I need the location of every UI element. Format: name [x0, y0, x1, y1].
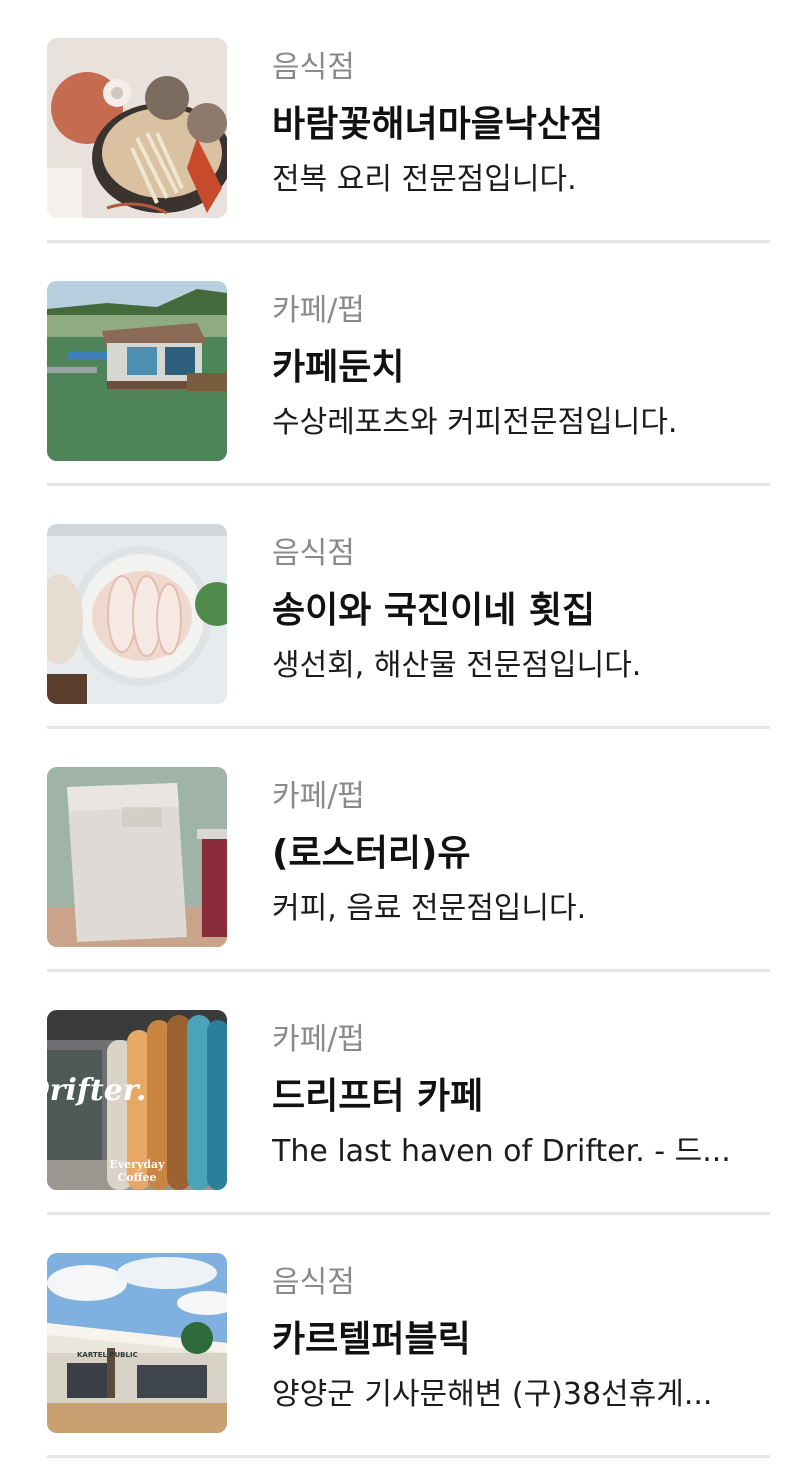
list-item[interactable]: 카페/펍 카페둔치 수상레포츠와 커피전문점입니다.	[47, 243, 770, 486]
place-category: 음식점	[272, 1265, 355, 1300]
place-thumbnail[interactable]	[47, 767, 227, 947]
place-category: 음식점	[272, 536, 355, 571]
svg-text:Everyday: Everyday	[109, 1158, 165, 1171]
place-thumbnail[interactable]: KARTEL PUBLIC	[47, 1253, 227, 1433]
place-list: 음식점 바람꽃해녀마을낙산점 전복 요리 전문점입니다. 카페/펍 카페둔치 수…	[0, 0, 810, 1458]
svg-text:Coffee: Coffee	[117, 1171, 156, 1184]
list-item[interactable]: 음식점 송이와 국진이네 횟집 생선회, 해산물 전문점입니다.	[47, 486, 770, 729]
place-info: 카페/펍 (로스터리)유 커피, 음료 전문점입니다.	[272, 775, 770, 931]
place-category: 카페/펍	[272, 779, 365, 814]
place-info: 음식점 송이와 국진이네 횟집 생선회, 해산물 전문점입니다.	[272, 532, 770, 688]
list-item[interactable]: KARTEL PUBLIC 음식점 카르텔퍼블릭 양양군 기사문해변 (구)38…	[47, 1215, 770, 1458]
place-thumbnail[interactable]	[47, 281, 227, 461]
place-description: 양양군 기사문해변 (구)38선휴게...	[272, 1377, 713, 1412]
place-description: 전복 요리 전문점입니다.	[272, 162, 577, 197]
list-item[interactable]: 음식점 바람꽃해녀마을낙산점 전복 요리 전문점입니다.	[47, 0, 770, 243]
place-category: 카페/펍	[272, 293, 365, 328]
place-info: 카페/펍 드리프터 카페 The last haven of Drifter. …	[272, 1018, 770, 1174]
place-category: 카페/펍	[272, 1022, 365, 1057]
list-item[interactable]: Drifter. Everyday Coffee 카페/펍 드리프터 카페 Th…	[47, 972, 770, 1215]
place-info: 음식점 카르텔퍼블릭 양양군 기사문해변 (구)38선휴게...	[272, 1261, 770, 1417]
place-name: (로스터리)유	[272, 833, 471, 874]
drifter-logo-text: Drifter.	[47, 1073, 146, 1108]
place-category: 음식점	[272, 50, 355, 85]
svg-text:KARTEL PUBLIC: KARTEL PUBLIC	[77, 1351, 138, 1359]
place-name: 바람꽃해녀마을낙산점	[272, 104, 604, 145]
place-description: 커피, 음료 전문점입니다.	[272, 891, 587, 926]
place-thumbnail[interactable]	[47, 38, 227, 218]
place-description: 생선회, 해산물 전문점입니다.	[272, 648, 642, 683]
place-info: 카페/펍 카페둔치 수상레포츠와 커피전문점입니다.	[272, 289, 770, 445]
place-name: 카페둔치	[272, 347, 405, 388]
place-thumbnail[interactable]	[47, 524, 227, 704]
list-item[interactable]: 카페/펍 (로스터리)유 커피, 음료 전문점입니다.	[47, 729, 770, 972]
place-name: 드리프터 카페	[272, 1076, 484, 1117]
place-thumbnail[interactable]: Drifter. Everyday Coffee	[47, 1010, 227, 1190]
place-description: The last haven of Drifter. - 드...	[272, 1134, 731, 1169]
place-name: 송이와 국진이네 횟집	[272, 590, 596, 631]
place-name: 카르텔퍼블릭	[272, 1319, 471, 1360]
place-description: 수상레포츠와 커피전문점입니다.	[272, 405, 678, 440]
place-info: 음식점 바람꽃해녀마을낙산점 전복 요리 전문점입니다.	[272, 46, 770, 202]
